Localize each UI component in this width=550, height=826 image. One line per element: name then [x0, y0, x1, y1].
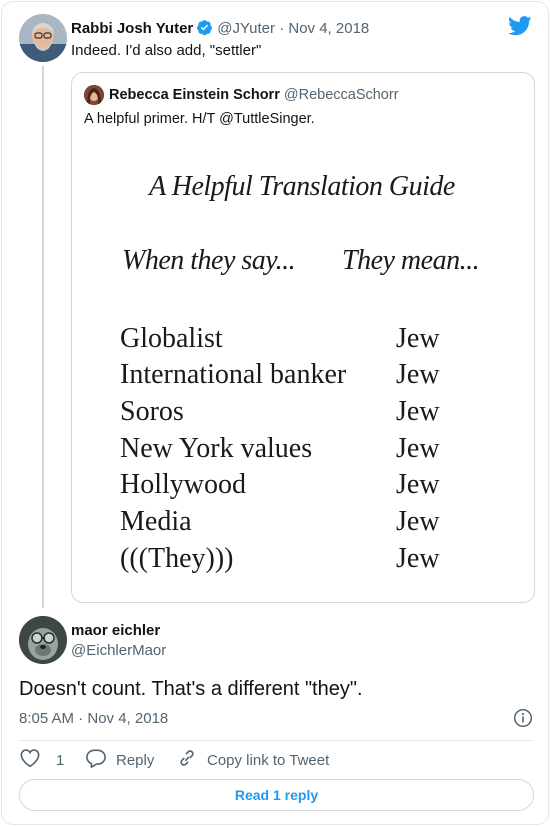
reply-tweet-text: Doesn't count. That's a different "they"…: [19, 678, 363, 700]
read-replies-button[interactable]: Read 1 reply: [19, 779, 534, 811]
quoted-author-avatar: [84, 85, 104, 105]
author-handle[interactable]: @JYuter: [217, 20, 275, 37]
guide-row: Soros Jew: [120, 396, 520, 430]
header-separator: ·: [279, 20, 285, 37]
guide-meaning: Jew: [396, 396, 440, 427]
like-button[interactable]: 1: [19, 748, 64, 772]
reply-button[interactable]: Reply: [85, 748, 154, 772]
quoted-tweet-text: A helpful primer. H/T @TuttleSinger.: [84, 111, 315, 127]
like-count: 1: [56, 751, 65, 769]
guide-row: (((They))) Jew: [120, 543, 520, 577]
quoted-author-handle[interactable]: @RebeccaSchorr: [284, 87, 399, 103]
guide-meaning: Jew: [396, 543, 440, 574]
guide-meaning: Jew: [396, 359, 440, 390]
guide-term: International banker: [120, 359, 347, 390]
tweet-text: Indeed. I'd also add, "settler": [71, 42, 262, 59]
thread-connector-line: [42, 66, 44, 608]
divider: [19, 740, 533, 741]
verified-badge-icon: [196, 19, 213, 40]
guide-left-header: When they say...: [122, 245, 296, 276]
heart-icon: [19, 748, 47, 772]
guide-meaning: Jew: [396, 433, 440, 464]
guide-row: New York values Jew: [120, 433, 520, 467]
embedded-tweet-card: Rabbi Josh Yuter @JYuter · Nov 4, 2018 In…: [1, 1, 549, 825]
tweet-header: Rabbi Josh Yuter @JYuter · Nov 4, 2018: [71, 19, 369, 40]
guide-meaning: Jew: [396, 506, 440, 537]
guide-meaning: Jew: [396, 469, 440, 500]
author-name[interactable]: Rabbi Josh Yuter: [71, 20, 193, 37]
quoted-author-name[interactable]: Rebecca Einstein Schorr: [109, 87, 280, 103]
copy-link-label: Copy link to Tweet: [207, 751, 330, 769]
quoted-header: Rebecca Einstein Schorr @RebeccaSchorr: [109, 87, 399, 103]
twitter-bird-icon[interactable]: [508, 16, 532, 41]
guide-term: (((They))): [120, 543, 234, 574]
guide-term: Globalist: [120, 323, 223, 354]
guide-row: Hollywood Jew: [120, 469, 520, 503]
guide-term: Hollywood: [120, 469, 246, 500]
quoted-tweet[interactable]: Rebecca Einstein Schorr @RebeccaSchorr A…: [71, 72, 535, 603]
tweet-date[interactable]: Nov 4, 2018: [288, 20, 369, 37]
guide-title: A Helpful Translation Guide: [149, 171, 455, 202]
info-icon[interactable]: [513, 708, 533, 733]
reply-label: Reply: [116, 751, 155, 769]
reply-author-avatar[interactable]: [19, 616, 67, 664]
guide-right-header: They mean...: [342, 245, 480, 276]
guide-row: International banker Jew: [120, 359, 520, 393]
guide-meaning: Jew: [396, 323, 440, 354]
copy-link-button[interactable]: Copy link to Tweet: [176, 748, 329, 772]
link-icon: [176, 748, 204, 772]
guide-row: Media Jew: [120, 506, 520, 540]
author-avatar[interactable]: [19, 14, 67, 62]
reply-author-name[interactable]: maor eichler: [71, 622, 160, 639]
guide-term: Soros: [120, 396, 184, 427]
guide-row: Globalist Jew: [120, 323, 520, 357]
reply-bubble-icon: [85, 748, 113, 772]
reply-author-handle[interactable]: @EichlerMaor: [71, 642, 166, 659]
guide-term: Media: [120, 506, 192, 537]
reply-timestamp[interactable]: 8:05 AM · Nov 4, 2018: [19, 710, 168, 727]
translation-guide-image[interactable]: A Helpful Translation Guide When they sa…: [72, 135, 534, 601]
guide-term: New York values: [120, 433, 313, 464]
